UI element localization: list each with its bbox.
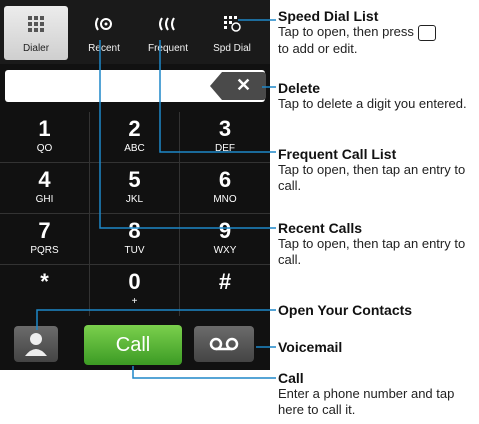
dialpad-icon — [28, 16, 44, 32]
tab-bar: Dialer Recent Frequent Spd Dial — [0, 0, 270, 64]
speed-dial-icon — [224, 16, 241, 32]
key-letters: DEF — [215, 143, 235, 154]
key-4[interactable]: 4 GHI — [0, 163, 90, 214]
key-7[interactable]: 7 PQRS — [0, 214, 90, 265]
keypad: 1 QO 2 ABC 3 DEF 4 GHI 5 JKL 6 MNO 7 PQRS 8 TUV … — [0, 112, 270, 317]
key-letters: GHI — [35, 194, 54, 205]
key-digit: 1 — [38, 116, 51, 141]
callout-title: Delete — [278, 80, 321, 96]
key-letters: TUV — [124, 245, 145, 256]
callout-desc: Tap to open, then tap an entry to call. — [278, 162, 466, 193]
key-0[interactable]: 0 + — [90, 265, 180, 316]
tab-speed-dial-label: Spd Dial — [213, 43, 251, 54]
key-digit: # — [218, 269, 232, 294]
key-6[interactable]: 6 MNO — [180, 163, 270, 214]
callout-delete: Delete Tap to delete a digit you entered… — [278, 80, 468, 112]
callout-call: Call Enter a phone number and tap here t… — [278, 370, 476, 418]
frequent-calls-icon — [159, 17, 175, 31]
key-9[interactable]: 9 WXY — [180, 214, 270, 265]
menu-key-icon — [417, 24, 436, 41]
callout-speed-dial: Speed Dial List Tap to open, then press … — [278, 8, 478, 57]
key-2[interactable]: 2 ABC — [90, 112, 180, 163]
callout-title: Recent Calls — [278, 220, 363, 236]
person-icon — [25, 333, 47, 356]
key-digit: * — [40, 269, 49, 294]
call-button[interactable]: Call — [84, 325, 182, 365]
callout-voicemail: Voicemail — [278, 339, 468, 355]
key-letters: ABC — [124, 143, 145, 154]
key-digit: 8 — [128, 218, 141, 243]
callout-desc: to add or edit. — [278, 40, 358, 56]
key-digit: 5 — [128, 167, 141, 192]
key-digit: 3 — [218, 116, 232, 141]
callout-desc: Enter a phone number and tap here to cal… — [278, 386, 455, 417]
voicemail-icon — [209, 337, 239, 351]
key-1[interactable]: 1 QO — [0, 112, 90, 163]
callout-title: Frequent Call List — [278, 146, 397, 162]
key-digit: 7 — [38, 218, 51, 243]
key-5[interactable]: 5 JKL — [90, 163, 180, 214]
key-digit: 6 — [218, 167, 232, 192]
key-letters: JKL — [125, 194, 144, 205]
key-hash[interactable]: # — [180, 265, 270, 316]
key-letters: WXY — [213, 245, 237, 256]
tab-frequent-label: Frequent — [147, 43, 189, 54]
key-digit: 9 — [218, 218, 232, 243]
recent-calls-icon — [95, 17, 112, 31]
callout-desc: Tap to open, then tap an entry to call. — [278, 236, 466, 267]
callout-title: Speed Dial List — [278, 8, 379, 24]
callout-contacts: Open Your Contacts — [278, 302, 473, 318]
callout-title: Open Your Contacts — [278, 302, 413, 318]
tab-recent-label: Recent — [88, 43, 120, 54]
key-digit: 0 — [128, 269, 141, 294]
voicemail-button[interactable] — [194, 326, 254, 362]
key-star[interactable]: * — [0, 265, 90, 316]
contacts-button[interactable] — [14, 326, 58, 362]
phone-screen: Dialer Recent Frequent Spd Dial ✕ 1 QO 2… — [0, 0, 270, 370]
key-digit: 2 — [128, 116, 141, 141]
tab-dialer[interactable]: Dialer — [4, 6, 68, 60]
callout-desc: Tap to delete a digit you entered. — [278, 96, 467, 111]
callout-title: Call — [278, 370, 304, 386]
tab-dialer-label: Dialer — [22, 43, 50, 54]
delete-icon: ✕ — [236, 75, 252, 95]
callout-recent: Recent Calls Tap to open, then tap an en… — [278, 220, 468, 268]
tab-speed-dial[interactable]: Spd Dial — [200, 6, 264, 60]
callout-desc: Tap to open, then press — [278, 24, 414, 39]
key-letters: MNO — [213, 194, 237, 205]
key-digit: 4 — [38, 167, 51, 192]
callout-title: Voicemail — [278, 339, 343, 355]
voicemail-icon: QO — [36, 143, 53, 154]
tab-frequent[interactable]: Frequent — [136, 6, 200, 60]
key-8[interactable]: 8 TUV — [90, 214, 180, 265]
key-3[interactable]: 3 DEF — [180, 112, 270, 163]
key-letters: + — [131, 296, 138, 307]
tab-recent[interactable]: Recent — [72, 6, 136, 60]
key-letters: PQRS — [30, 245, 59, 256]
callout-frequent: Frequent Call List Tap to open, then tap… — [278, 146, 468, 194]
